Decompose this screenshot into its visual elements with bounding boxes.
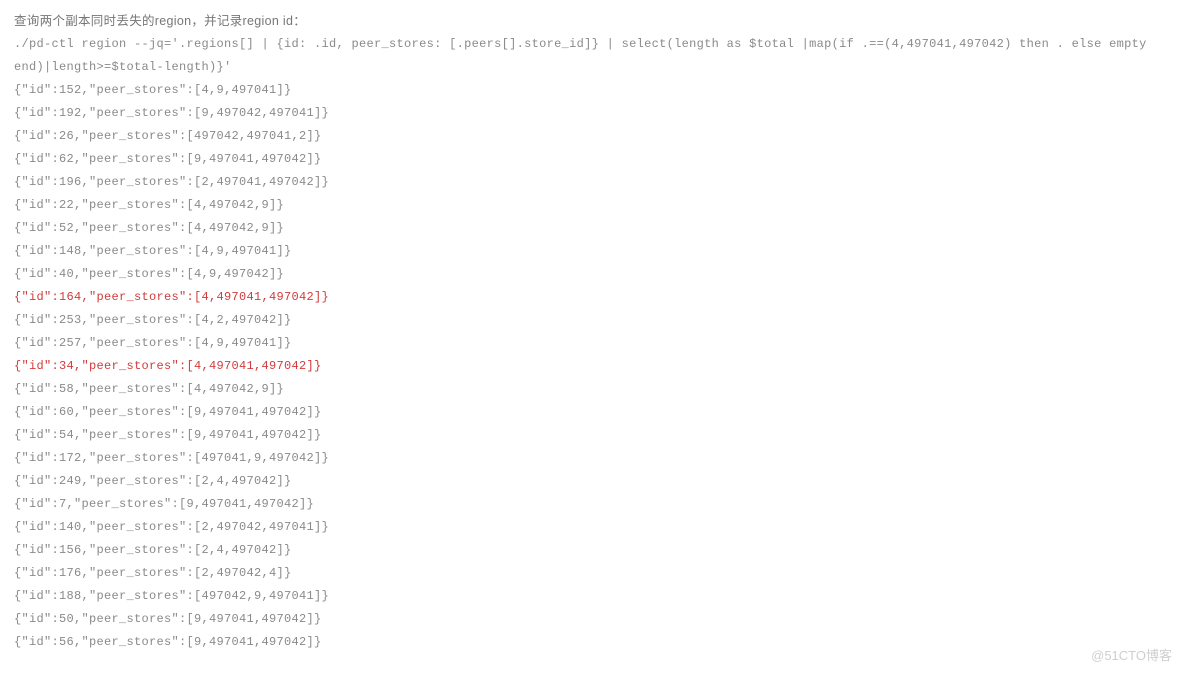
output-row: {"id":152,"peer_stores":[4,9,497041]} [14, 79, 1170, 102]
output-row: {"id":34,"peer_stores":[4,497041,497042]… [14, 355, 1170, 378]
output-row: {"id":26,"peer_stores":[497042,497041,2]… [14, 125, 1170, 148]
shell-command: ./pd-ctl region --jq='.regions[] | {id: … [14, 33, 1170, 79]
watermark: @51CTO博客 [1091, 645, 1172, 664]
output-row: {"id":196,"peer_stores":[2,497041,497042… [14, 171, 1170, 194]
output-row: {"id":253,"peer_stores":[4,2,497042]} [14, 309, 1170, 332]
article-body: 查询两个副本同时丢失的region，并记录region id： ./pd-ctl… [0, 0, 1184, 662]
output-row: {"id":148,"peer_stores":[4,9,497041]} [14, 240, 1170, 263]
output-row: {"id":140,"peer_stores":[2,497042,497041… [14, 516, 1170, 539]
output-row: {"id":52,"peer_stores":[4,497042,9]} [14, 217, 1170, 240]
output-row: {"id":50,"peer_stores":[9,497041,497042]… [14, 608, 1170, 631]
output-row: {"id":56,"peer_stores":[9,497041,497042]… [14, 631, 1170, 654]
output-row: {"id":22,"peer_stores":[4,497042,9]} [14, 194, 1170, 217]
section-title: 查询两个副本同时丢失的region，并记录region id： [14, 10, 1170, 33]
output-rows: {"id":152,"peer_stores":[4,9,497041]}{"i… [14, 79, 1170, 654]
output-row: {"id":257,"peer_stores":[4,9,497041]} [14, 332, 1170, 355]
output-row: {"id":60,"peer_stores":[9,497041,497042]… [14, 401, 1170, 424]
output-row: {"id":192,"peer_stores":[9,497042,497041… [14, 102, 1170, 125]
output-row: {"id":176,"peer_stores":[2,497042,4]} [14, 562, 1170, 585]
output-row: {"id":40,"peer_stores":[4,9,497042]} [14, 263, 1170, 286]
output-row: {"id":156,"peer_stores":[2,4,497042]} [14, 539, 1170, 562]
output-row: {"id":249,"peer_stores":[2,4,497042]} [14, 470, 1170, 493]
output-row: {"id":7,"peer_stores":[9,497041,497042]} [14, 493, 1170, 516]
output-row: {"id":54,"peer_stores":[9,497041,497042]… [14, 424, 1170, 447]
output-row: {"id":58,"peer_stores":[4,497042,9]} [14, 378, 1170, 401]
output-row: {"id":164,"peer_stores":[4,497041,497042… [14, 286, 1170, 309]
output-row: {"id":188,"peer_stores":[497042,9,497041… [14, 585, 1170, 608]
output-row: {"id":172,"peer_stores":[497041,9,497042… [14, 447, 1170, 470]
output-row: {"id":62,"peer_stores":[9,497041,497042]… [14, 148, 1170, 171]
